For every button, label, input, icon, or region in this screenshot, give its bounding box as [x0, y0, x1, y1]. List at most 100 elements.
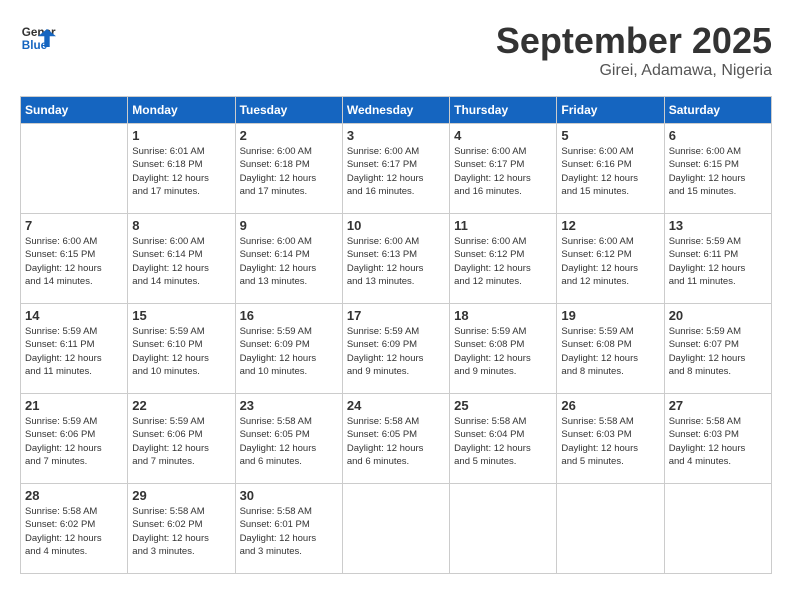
day-number: 7: [25, 218, 123, 233]
day-info: Sunrise: 6:00 AMSunset: 6:16 PMDaylight:…: [561, 145, 659, 198]
calendar-day-header: Wednesday: [342, 97, 449, 124]
day-number: 27: [669, 398, 767, 413]
calendar-cell: [557, 484, 664, 574]
day-info: Sunrise: 5:59 AMSunset: 6:08 PMDaylight:…: [561, 325, 659, 378]
day-number: 9: [240, 218, 338, 233]
title-block: September 2025 Girei, Adamawa, Nigeria: [496, 20, 772, 80]
day-number: 22: [132, 398, 230, 413]
calendar-week-row: 1Sunrise: 6:01 AMSunset: 6:18 PMDaylight…: [21, 124, 772, 214]
svg-text:Blue: Blue: [22, 39, 48, 52]
calendar-cell: 5 Sunrise: 6:00 AMSunset: 6:16 PMDaylight…: [557, 124, 664, 214]
calendar-day-header: Saturday: [664, 97, 771, 124]
day-number: 21: [25, 398, 123, 413]
calendar-day-header: Thursday: [450, 97, 557, 124]
day-number: 29: [132, 488, 230, 503]
day-number: 24: [347, 398, 445, 413]
day-info: Sunrise: 5:59 AMSunset: 6:10 PMDaylight:…: [132, 325, 230, 378]
calendar-cell: 3Sunrise: 6:00 AMSunset: 6:17 PMDaylight…: [342, 124, 449, 214]
day-number: 14: [25, 308, 123, 323]
day-info: Sunrise: 5:59 AMSunset: 6:09 PMDaylight:…: [347, 325, 445, 378]
calendar-cell: 27 Sunrise: 5:58 AMSunset: 6:03 PMDayligh…: [664, 394, 771, 484]
day-number: 17: [347, 308, 445, 323]
calendar-cell: 23 Sunrise: 5:58 AMSunset: 6:05 PMDayligh…: [235, 394, 342, 484]
day-info: Sunrise: 6:00 AMSunset: 6:18 PMDaylight:…: [240, 145, 338, 198]
calendar-cell: 30 Sunrise: 5:58 AMSunset: 6:01 PMDayligh…: [235, 484, 342, 574]
day-number: 30: [240, 488, 338, 503]
calendar-cell: 11 Sunrise: 6:00 AMSunset: 6:12 PMDayligh…: [450, 214, 557, 304]
day-number: 6: [669, 128, 767, 143]
calendar-cell: [450, 484, 557, 574]
calendar-cell: 20 Sunrise: 5:59 AMSunset: 6:07 PMDayligh…: [664, 304, 771, 394]
calendar-cell: 8 Sunrise: 6:00 AMSunset: 6:14 PMDaylight…: [128, 214, 235, 304]
calendar-cell: 10 Sunrise: 6:00 AMSunset: 6:13 PMDayligh…: [342, 214, 449, 304]
calendar-cell: 29 Sunrise: 5:58 AMSunset: 6:02 PMDayligh…: [128, 484, 235, 574]
day-info: Sunrise: 6:00 AMSunset: 6:12 PMDaylight:…: [561, 235, 659, 288]
logo-icon: General Blue: [20, 20, 56, 56]
day-info: Sunrise: 6:00 AMSunset: 6:14 PMDaylight:…: [240, 235, 338, 288]
calendar-cell: [21, 124, 128, 214]
day-number: 25: [454, 398, 552, 413]
day-info: Sunrise: 5:59 AMSunset: 6:08 PMDaylight:…: [454, 325, 552, 378]
day-number: 18: [454, 308, 552, 323]
day-number: 8: [132, 218, 230, 233]
calendar-cell: 17 Sunrise: 5:59 AMSunset: 6:09 PMDayligh…: [342, 304, 449, 394]
day-info: Sunrise: 5:58 AMSunset: 6:05 PMDaylight:…: [240, 415, 338, 468]
day-info: Sunrise: 6:00 AMSunset: 6:13 PMDaylight:…: [347, 235, 445, 288]
day-number: 4: [454, 128, 552, 143]
calendar-cell: 19 Sunrise: 5:59 AMSunset: 6:08 PMDayligh…: [557, 304, 664, 394]
day-info: Sunrise: 5:59 AMSunset: 6:07 PMDaylight:…: [669, 325, 767, 378]
day-info: Sunrise: 5:59 AMSunset: 6:09 PMDaylight:…: [240, 325, 338, 378]
day-info: Sunrise: 5:58 AMSunset: 6:02 PMDaylight:…: [25, 505, 123, 558]
calendar-cell: 16 Sunrise: 5:59 AMSunset: 6:09 PMDayligh…: [235, 304, 342, 394]
day-info: Sunrise: 6:00 AMSunset: 6:17 PMDaylight:…: [454, 145, 552, 198]
calendar-cell: [664, 484, 771, 574]
calendar-cell: 24Sunrise: 5:58 AMSunset: 6:05 PMDayligh…: [342, 394, 449, 484]
day-info: Sunrise: 6:00 AMSunset: 6:12 PMDaylight:…: [454, 235, 552, 288]
day-info: Sunrise: 5:58 AMSunset: 6:01 PMDaylight:…: [240, 505, 338, 558]
calendar-cell: 21 Sunrise: 5:59 AMSunset: 6:06 PMDayligh…: [21, 394, 128, 484]
calendar-cell: [342, 484, 449, 574]
calendar-week-row: 21 Sunrise: 5:59 AMSunset: 6:06 PMDayligh…: [21, 394, 772, 484]
day-info: Sunrise: 5:58 AMSunset: 6:03 PMDaylight:…: [669, 415, 767, 468]
day-number: 2: [240, 128, 338, 143]
calendar-day-header: Friday: [557, 97, 664, 124]
calendar-cell: 18 Sunrise: 5:59 AMSunset: 6:08 PMDayligh…: [450, 304, 557, 394]
day-info: Sunrise: 6:00 AMSunset: 6:14 PMDaylight:…: [132, 235, 230, 288]
calendar-cell: 25 Sunrise: 5:58 AMSunset: 6:04 PMDayligh…: [450, 394, 557, 484]
calendar-week-row: 28Sunrise: 5:58 AMSunset: 6:02 PMDayligh…: [21, 484, 772, 574]
calendar-day-header: Sunday: [21, 97, 128, 124]
day-info: Sunrise: 5:58 AMSunset: 6:04 PMDaylight:…: [454, 415, 552, 468]
day-info: Sunrise: 5:59 AMSunset: 6:11 PMDaylight:…: [25, 325, 123, 378]
day-number: 5: [561, 128, 659, 143]
day-number: 23: [240, 398, 338, 413]
day-info: Sunrise: 5:59 AMSunset: 6:11 PMDaylight:…: [669, 235, 767, 288]
calendar-cell: 7Sunrise: 6:00 AMSunset: 6:15 PMDaylight…: [21, 214, 128, 304]
day-number: 19: [561, 308, 659, 323]
logo: General Blue: [20, 20, 56, 56]
calendar-cell: 15 Sunrise: 5:59 AMSunset: 6:10 PMDayligh…: [128, 304, 235, 394]
day-number: 12: [561, 218, 659, 233]
calendar-day-header: Monday: [128, 97, 235, 124]
day-number: 20: [669, 308, 767, 323]
calendar-cell: 9 Sunrise: 6:00 AMSunset: 6:14 PMDaylight…: [235, 214, 342, 304]
day-number: 15: [132, 308, 230, 323]
day-number: 3: [347, 128, 445, 143]
calendar-cell: 13 Sunrise: 5:59 AMSunset: 6:11 PMDayligh…: [664, 214, 771, 304]
day-info: Sunrise: 5:59 AMSunset: 6:06 PMDaylight:…: [25, 415, 123, 468]
calendar-week-row: 14 Sunrise: 5:59 AMSunset: 6:11 PMDayligh…: [21, 304, 772, 394]
day-number: 13: [669, 218, 767, 233]
day-number: 1: [132, 128, 230, 143]
day-number: 10: [347, 218, 445, 233]
page-header: General Blue September 2025 Girei, Adama…: [20, 20, 772, 80]
calendar-cell: 28Sunrise: 5:58 AMSunset: 6:02 PMDayligh…: [21, 484, 128, 574]
calendar-cell: 6 Sunrise: 6:00 AMSunset: 6:15 PMDaylight…: [664, 124, 771, 214]
calendar-cell: 4 Sunrise: 6:00 AMSunset: 6:17 PMDaylight…: [450, 124, 557, 214]
day-number: 11: [454, 218, 552, 233]
day-number: 16: [240, 308, 338, 323]
day-info: Sunrise: 5:58 AMSunset: 6:02 PMDaylight:…: [132, 505, 230, 558]
day-info: Sunrise: 6:00 AMSunset: 6:15 PMDaylight:…: [669, 145, 767, 198]
calendar-cell: 22Sunrise: 5:59 AMSunset: 6:06 PMDayligh…: [128, 394, 235, 484]
calendar-table: SundayMondayTuesdayWednesdayThursdayFrid…: [20, 96, 772, 574]
calendar-title: September 2025: [496, 20, 772, 62]
day-number: 26: [561, 398, 659, 413]
